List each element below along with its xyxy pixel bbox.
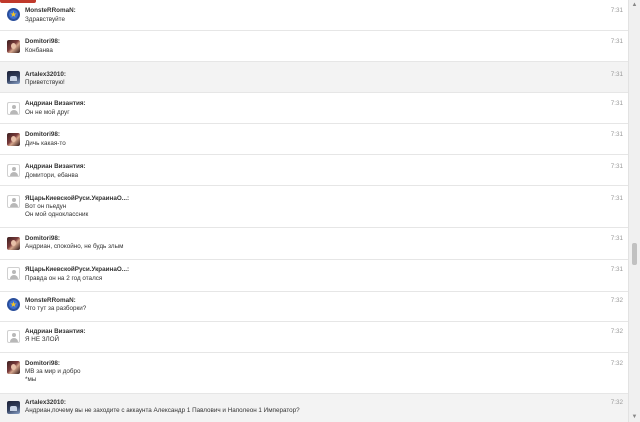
message-text: *мы: [25, 376, 37, 383]
scrollbar-thumb[interactable]: [632, 243, 637, 265]
message-text: МВ за мир и добро: [25, 368, 81, 375]
user-avatar[interactable]: ★: [7, 298, 20, 311]
message-time: 7:31: [610, 100, 623, 107]
message-time: 7:31: [610, 195, 623, 202]
message-text: Я НЕ ЗЛОЙ: [25, 336, 60, 343]
user-avatar[interactable]: [7, 237, 20, 250]
scroll-up-icon[interactable]: ▲: [629, 0, 640, 10]
message-author[interactable]: Domitori98:: [25, 131, 60, 138]
message-author[interactable]: Domitori98:: [25, 360, 60, 367]
user-avatar[interactable]: [7, 267, 20, 280]
user-avatar[interactable]: [7, 133, 20, 146]
message-time: 7:32: [610, 399, 623, 406]
message-time: 7:32: [610, 328, 623, 335]
chat-message: ЯЦарьКиевскойРуси.УкраинаО...: Правда он…: [0, 260, 628, 292]
message-time: 7:31: [610, 38, 623, 45]
scroll-down-icon[interactable]: ▼: [629, 412, 640, 422]
user-avatar[interactable]: [7, 401, 20, 414]
chat-message: ★ MonsteRRomaN: Что тут за разборки? 7:3…: [0, 292, 628, 322]
message-author[interactable]: Artalex32010:: [25, 71, 66, 78]
message-text: Конбанва: [25, 47, 53, 54]
message-text: Правда он на 2 год отался: [25, 275, 103, 282]
message-text: Домитори, ебанва: [25, 172, 79, 179]
user-avatar[interactable]: [7, 330, 20, 343]
message-author[interactable]: MonsteRRomaN:: [25, 297, 76, 304]
user-avatar[interactable]: ★: [7, 8, 20, 21]
message-text: Здравствуйте: [25, 16, 65, 23]
message-time: 7:32: [610, 360, 623, 367]
message-text: Приветствую!: [25, 79, 65, 86]
message-text: Он не мой друг: [25, 109, 70, 116]
user-avatar[interactable]: [7, 102, 20, 115]
message-time: 7:31: [610, 7, 623, 14]
message-author[interactable]: Андриан Византия:: [25, 163, 86, 170]
message-text: Что тут за разборки?: [25, 305, 87, 312]
message-text: Андриан, спокойно, не будь злым: [25, 243, 124, 250]
chat-message: ЯЦарьКиевскойРуси.УкраинаО...: Вот он пь…: [0, 186, 628, 228]
message-text: Он мой одноклассник: [25, 211, 89, 218]
chat-message: Artalex32010: Приветствую! 7:31: [0, 62, 628, 93]
message-time: 7:31: [610, 71, 623, 78]
message-text: Вот он пьедун: [25, 203, 67, 210]
chat-message: Domitori98: Конбанва 7:31: [0, 31, 628, 62]
message-time: 7:31: [610, 131, 623, 138]
chat-message-list[interactable]: ★ MonsteRRomaN: Здравствуйте 7:31 Domito…: [0, 0, 628, 422]
message-author[interactable]: MonsteRRomaN:: [25, 7, 76, 14]
message-time: 7:31: [610, 163, 623, 170]
chat-message: Domitori98: МВ за мир и добро *мы 7:32: [0, 353, 628, 394]
user-avatar[interactable]: [7, 195, 20, 208]
message-time: 7:32: [610, 297, 623, 304]
user-avatar[interactable]: [7, 40, 20, 53]
message-author[interactable]: Андриан Византия:: [25, 100, 86, 107]
message-author[interactable]: ЯЦарьКиевскойРуси.УкраинаО...:: [25, 266, 129, 273]
message-time: 7:31: [610, 266, 623, 273]
message-author[interactable]: Artalex32010:: [25, 399, 66, 406]
chat-message: Андриан Византия: Он не мой друг 7:31: [0, 93, 628, 124]
chat-message: Андриан Византия: Домитори, ебанва 7:31: [0, 155, 628, 186]
chat-message: Domitori98: Дичь какая-то 7:31: [0, 124, 628, 155]
message-text: Андриан,почему вы не заходите с аккаунта…: [25, 407, 300, 414]
message-text: Дичь какая-то: [25, 140, 66, 147]
message-author[interactable]: Domitori98:: [25, 38, 60, 45]
message-author[interactable]: Domitori98:: [25, 235, 60, 242]
user-avatar[interactable]: [7, 361, 20, 374]
message-time: 7:31: [610, 235, 623, 242]
user-avatar[interactable]: [7, 71, 20, 84]
chat-message: ★ MonsteRRomaN: Здравствуйте 7:31: [0, 0, 628, 31]
chat-message: Artalex32010: Андриан,почему вы не заход…: [0, 394, 628, 422]
user-avatar[interactable]: [7, 164, 20, 177]
chat-message: Андриан Византия: Я НЕ ЗЛОЙ 7:32: [0, 322, 628, 353]
chat-message: Domitori98: Андриан, спокойно, не будь з…: [0, 228, 628, 260]
message-author[interactable]: ЯЦарьКиевскойРуси.УкраинаО...:: [25, 195, 129, 202]
vertical-scrollbar[interactable]: ▲ ▼: [628, 0, 640, 422]
message-author[interactable]: Андриан Византия:: [25, 328, 86, 335]
